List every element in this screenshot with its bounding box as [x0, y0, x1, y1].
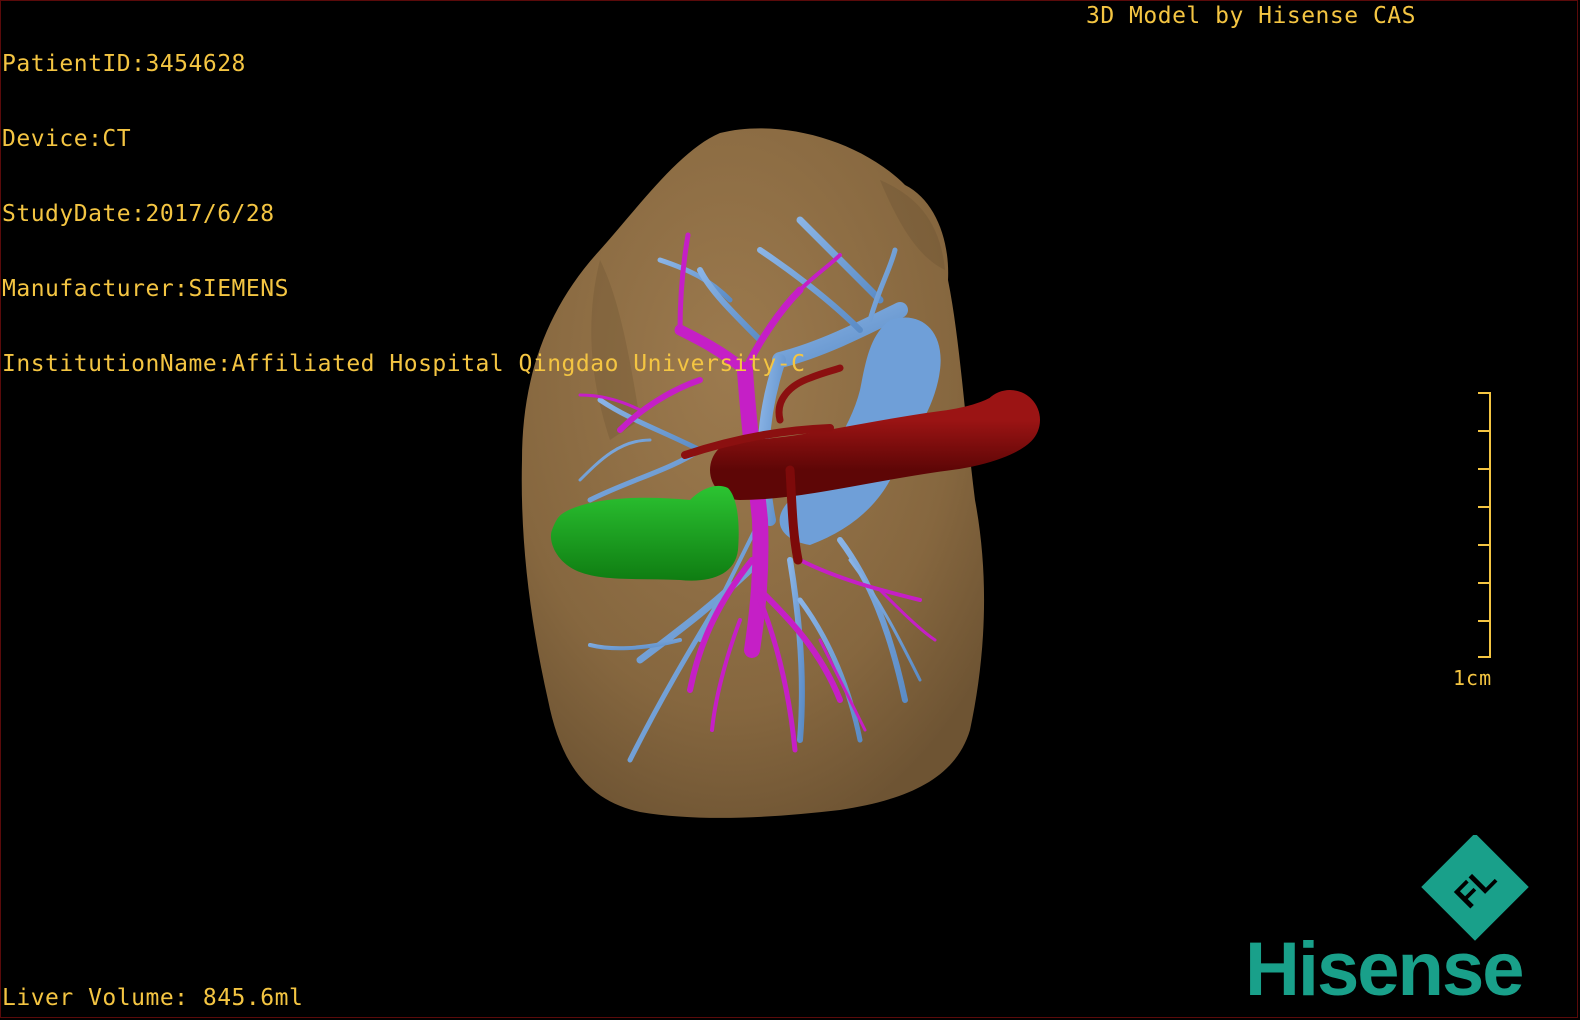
patient-id-text: PatientID:3454628 [2, 51, 246, 77]
institution-text: InstitutionName:Affiliated Hospital Qing… [2, 351, 806, 377]
scale-bar [1478, 392, 1491, 658]
study-date-text: StudyDate:2017/6/28 [2, 201, 275, 227]
dicom-info-panel: PatientID:3454628 Device:CT StudyDate:20… [2, 2, 805, 402]
scale-label: 1cm [1453, 666, 1493, 690]
manufacturer-text: Manufacturer:SIEMENS [2, 276, 289, 302]
device-text: Device:CT [2, 126, 132, 152]
model-title: 3D Model by Hisense CAS [1086, 3, 1416, 29]
liver-volume-text: Liver Volume: 845.6ml [2, 985, 304, 1011]
brand-wordmark: Hisense [1245, 927, 1524, 1012]
